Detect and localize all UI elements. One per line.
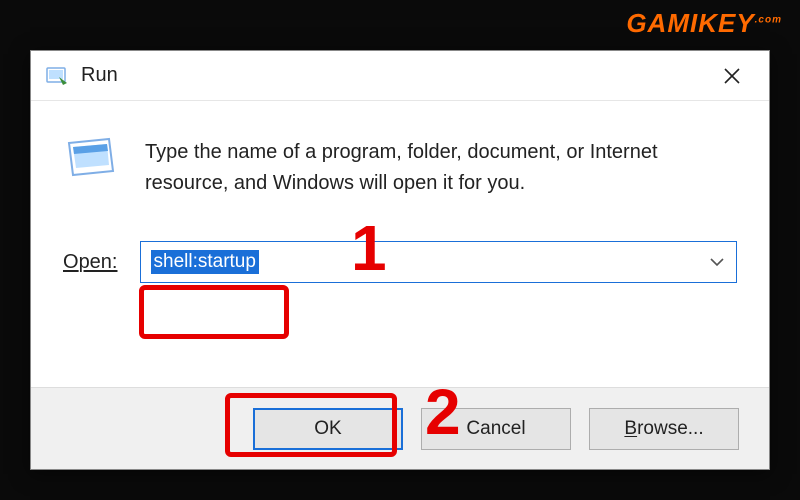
- browse-button-label: rowse...: [637, 418, 704, 440]
- open-combobox[interactable]: shell:startup: [140, 241, 738, 283]
- close-button[interactable]: [709, 56, 755, 96]
- close-icon: [723, 67, 741, 85]
- dialog-title: Run: [81, 64, 709, 87]
- button-bar: OK Cancel Browse...: [31, 387, 769, 469]
- cancel-button[interactable]: Cancel: [421, 408, 571, 450]
- run-dialog: Run Type the name of a program, folder, …: [30, 50, 770, 470]
- ok-button[interactable]: OK: [253, 408, 403, 450]
- open-label: Open:: [63, 251, 118, 274]
- run-large-icon: [63, 137, 119, 183]
- browse-button[interactable]: Browse...: [589, 408, 739, 450]
- ok-button-label: OK: [314, 418, 341, 440]
- watermark-logo: GAMIKEY.com: [626, 8, 782, 39]
- chevron-down-icon: [710, 254, 724, 270]
- run-icon: [45, 65, 69, 87]
- annotation-box-input: [139, 285, 289, 339]
- open-input-value: shell:startup: [151, 250, 259, 274]
- cancel-button-label: Cancel: [466, 418, 525, 440]
- titlebar: Run: [31, 51, 769, 101]
- dialog-description: Type the name of a program, folder, docu…: [145, 137, 737, 199]
